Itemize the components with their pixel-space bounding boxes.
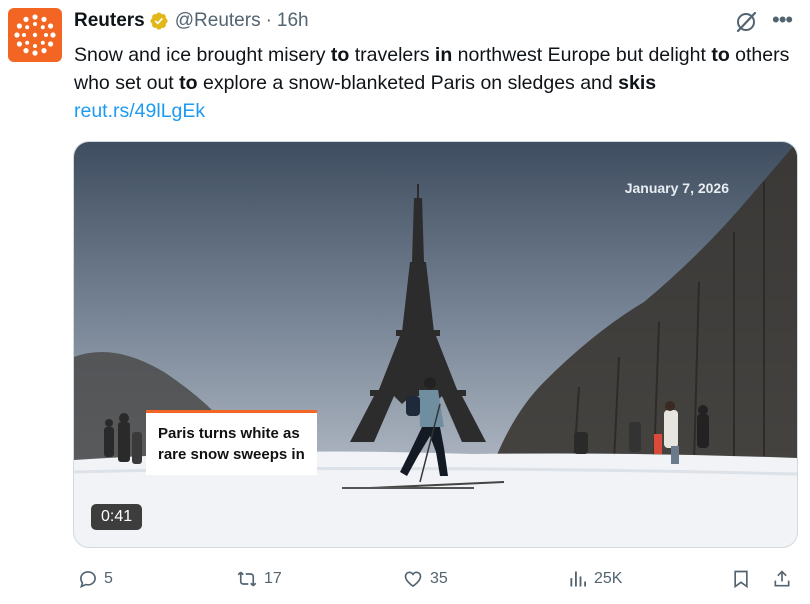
- bookmark-icon: [734, 570, 748, 589]
- tweet-text-segment: skis: [618, 72, 657, 94]
- article-link[interactable]: reut.rs/49lLgEk: [74, 100, 205, 122]
- tweet-text-segment: to: [179, 72, 198, 94]
- account-handle[interactable]: @Reuters: [175, 10, 261, 32]
- tweet-text-segment: Snow and ice brought misery: [74, 44, 331, 66]
- caption-line-1: Paris turns white as: [158, 425, 300, 442]
- caption-line-2: rare snow sweeps in: [158, 446, 305, 463]
- post-time[interactable]: 16h: [277, 10, 309, 32]
- video-player[interactable]: January 7, 2026 Paris turns white as rar…: [73, 141, 798, 548]
- repost-icon: [237, 571, 257, 587]
- tweet-header: Reuters @Reuters · 16h: [74, 10, 309, 32]
- share-icon: [774, 570, 790, 587]
- views-icon: [570, 571, 586, 587]
- tweet-text-segment: explore a snow-blanketed Paris on sledge…: [197, 72, 619, 94]
- like-button[interactable]: 35: [402, 565, 448, 593]
- separator-dot: ·: [265, 10, 272, 31]
- video-caption: Paris turns white as rare snow sweeps in: [146, 410, 317, 475]
- tweet-text: Snow and ice brought misery to travelers…: [74, 41, 790, 125]
- grok-icon[interactable]: [734, 10, 758, 34]
- action-bar: 5 17 35 25K: [74, 565, 799, 593]
- repost-count: 17: [264, 570, 282, 587]
- like-count: 35: [430, 570, 448, 587]
- tweet-text-segment: travelers: [349, 44, 435, 66]
- reuters-avatar[interactable]: [8, 8, 62, 62]
- video-frame: [74, 142, 797, 547]
- tweet-text-segment: to: [330, 44, 350, 66]
- tweet-text-segment: in: [434, 44, 453, 66]
- bookmark-button[interactable]: [731, 565, 757, 593]
- tweet-text-segment: northwest Europe but delight: [452, 44, 712, 66]
- reuters-logo-icon: [14, 14, 56, 56]
- reply-count: 5: [104, 570, 113, 587]
- verified-badge-icon[interactable]: [149, 11, 169, 31]
- views-count: 25K: [594, 570, 623, 587]
- reply-button[interactable]: 5: [78, 565, 113, 593]
- reply-icon: [79, 571, 96, 588]
- account-name[interactable]: Reuters: [74, 10, 145, 32]
- date-overlay: January 7, 2026: [624, 180, 729, 196]
- share-button[interactable]: [772, 565, 798, 593]
- views-button[interactable]: 25K: [568, 565, 622, 593]
- tweet-text-segment: to: [711, 44, 730, 66]
- video-duration: 0:41: [91, 504, 143, 530]
- heart-icon: [404, 571, 422, 588]
- more-options-icon[interactable]: •••: [772, 8, 793, 32]
- repost-button[interactable]: 17: [236, 565, 282, 593]
